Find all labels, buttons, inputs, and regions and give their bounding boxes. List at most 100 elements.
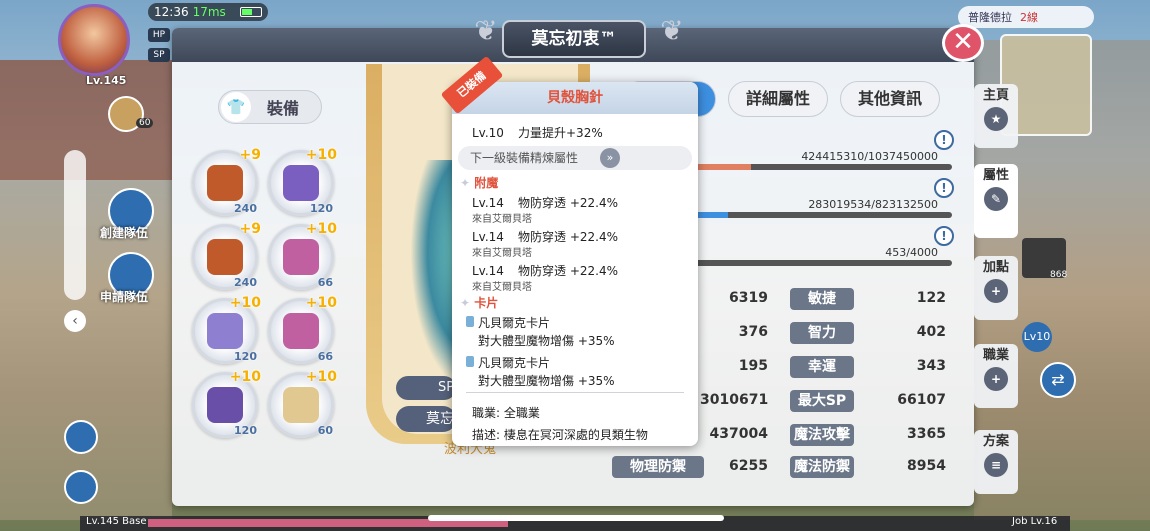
preview-button-1[interactable]: SP (396, 376, 456, 400)
stat-value: 343 (916, 358, 946, 374)
job-label: 職業 (982, 348, 1009, 363)
stat-bar-value: 424415310/1037450000 (801, 150, 938, 163)
enchant-source: 來自艾爾貝塔 (472, 282, 532, 293)
card-section-title: 卡片 (460, 294, 498, 311)
map-button[interactable] (64, 470, 98, 504)
stat-value: 66107 (897, 392, 946, 408)
enchant-effect: 物防穿透 +22.4% (518, 196, 618, 210)
channel-selector[interactable]: 2線 (1020, 9, 1038, 25)
plus-icon: + (984, 367, 1008, 391)
equipment-icon (207, 165, 243, 201)
tab-detail-label: 詳細屬性 (745, 89, 810, 108)
equip-slot[interactable]: +10 60 (268, 369, 337, 438)
tab-other[interactable]: 其他資訊 (840, 81, 940, 117)
stat-value: 195 (738, 358, 768, 374)
side-menu-attr[interactable]: 屬性 ✎ (974, 164, 1018, 238)
stat-label: 智力 (790, 322, 854, 344)
swap-icon[interactable]: ⇄ (1040, 362, 1076, 398)
side-menu-add[interactable]: 加點 + (974, 256, 1018, 320)
card-name: 凡貝爾克卡片 (466, 354, 550, 371)
enchant-level: Lv.14 (472, 230, 504, 244)
desc-value: 棲息在冥河深處的貝類生物 (503, 428, 648, 442)
base-level: Lv.145 Base (86, 516, 147, 527)
side-collapse-bar[interactable] (64, 150, 86, 300)
tab-detail[interactable]: 詳細屬性 (728, 81, 828, 117)
equip-slot[interactable]: +10 120 (192, 295, 261, 364)
equipment-icon (207, 387, 243, 423)
desc-line: 描述: 棲息在冥河深處的貝類生物 (472, 426, 648, 443)
player-avatar[interactable] (58, 4, 130, 76)
equipment-icon (283, 165, 319, 201)
equip-slot[interactable]: +10 120 (192, 369, 261, 438)
info-icon[interactable]: ! (934, 130, 954, 150)
slot-count: 240 (234, 202, 257, 215)
chevron-left-icon[interactable]: ‹ (64, 310, 86, 332)
status-bar: 12:36 17ms (148, 3, 268, 21)
info-icon[interactable]: ! (934, 226, 954, 246)
refine-level: +10 (229, 295, 261, 311)
equipment-icon (283, 239, 319, 275)
stat-value: 3365 (907, 426, 946, 442)
side-menu-home[interactable]: 主頁 ★ (974, 84, 1018, 148)
equip-slot[interactable]: +10 66 (268, 221, 337, 290)
equipment-icon (207, 313, 243, 349)
card-name: 凡貝爾克卡片 (466, 314, 550, 331)
enchant-source: 來自艾爾貝塔 (472, 248, 532, 259)
slot-count: 66 (317, 276, 333, 289)
enchant-section-title: 附魔 (460, 174, 498, 191)
close-button[interactable]: ✕ (942, 24, 984, 62)
next-refine-button[interactable]: 下一級裝備精煉屬性 » (458, 146, 692, 170)
side-menu-plan[interactable]: 方案 ≡ (974, 430, 1018, 494)
stat-value: 3010671 (700, 392, 769, 408)
enchant-level: Lv.14 (472, 196, 504, 210)
equip-tab-label: 裝備 (267, 99, 300, 118)
ping: 17ms (192, 5, 226, 19)
equip-tab[interactable]: 👕 裝備 (218, 90, 322, 124)
desc-label-text: 描述: (472, 428, 501, 442)
enchant-level: Lv.14 (472, 264, 504, 278)
side-menu-job[interactable]: 職業 + (974, 344, 1018, 408)
stat-label: 魔法防禦 (790, 456, 854, 478)
enchant-effect: 物防穿透 +22.4% (518, 230, 618, 244)
pencil-icon: ✎ (984, 187, 1008, 211)
stat-value: 8954 (907, 458, 946, 474)
equip-slot[interactable]: +9 240 (192, 221, 261, 290)
player-level: Lv.145 (86, 74, 127, 87)
enchant-line: Lv.14 物防穿透 +22.4% (472, 228, 618, 245)
plus-icon: + (984, 279, 1008, 303)
job-line: 職業: 全職業 (472, 404, 540, 421)
slot-count: 66 (317, 350, 333, 363)
divider (466, 392, 684, 393)
tab-other-label: 其他資訊 (857, 89, 922, 108)
battery-icon (240, 7, 262, 17)
refine-level: +10 (305, 369, 337, 385)
add-label: 加點 (982, 260, 1009, 275)
stat-label: 幸運 (790, 356, 854, 378)
skill-count: 868 (1050, 270, 1068, 280)
enchant-source: 來自艾爾貝塔 (472, 214, 532, 225)
location-bar[interactable]: 普隆德拉 2線 (958, 6, 1094, 28)
card-effect: 對大體型魔物增傷 +35% (478, 334, 615, 348)
quest-button[interactable] (64, 420, 98, 454)
location-name: 普隆德拉 (968, 11, 1012, 24)
double-chevron-right-icon: » (600, 148, 620, 168)
equip-slot[interactable]: +9 240 (192, 147, 261, 216)
preview-button-2[interactable]: 莫忘 (396, 406, 456, 432)
clock: 12:36 (154, 5, 189, 19)
equip-slot[interactable]: +10 66 (268, 295, 337, 364)
refine-effect: 力量提升+32% (518, 126, 603, 140)
stat-value: 376 (738, 324, 768, 340)
equipment-icon (283, 313, 319, 349)
enchant-effect: 物防穿透 +22.4% (518, 264, 618, 278)
slot-count: 120 (234, 424, 257, 437)
next-refine-label: 下一級裝備精煉屬性 (470, 151, 579, 165)
stat-value: 402 (916, 324, 946, 340)
home-indicator[interactable] (428, 515, 724, 521)
wing-right-icon: ❦ (660, 14, 684, 47)
job-value: 全職業 (503, 406, 540, 420)
stat-value: 437004 (709, 426, 768, 442)
document-icon: ≡ (984, 453, 1008, 477)
equip-slot[interactable]: +10 120 (268, 147, 337, 216)
stat-value: 122 (916, 290, 946, 306)
info-icon[interactable]: ! (934, 178, 954, 198)
